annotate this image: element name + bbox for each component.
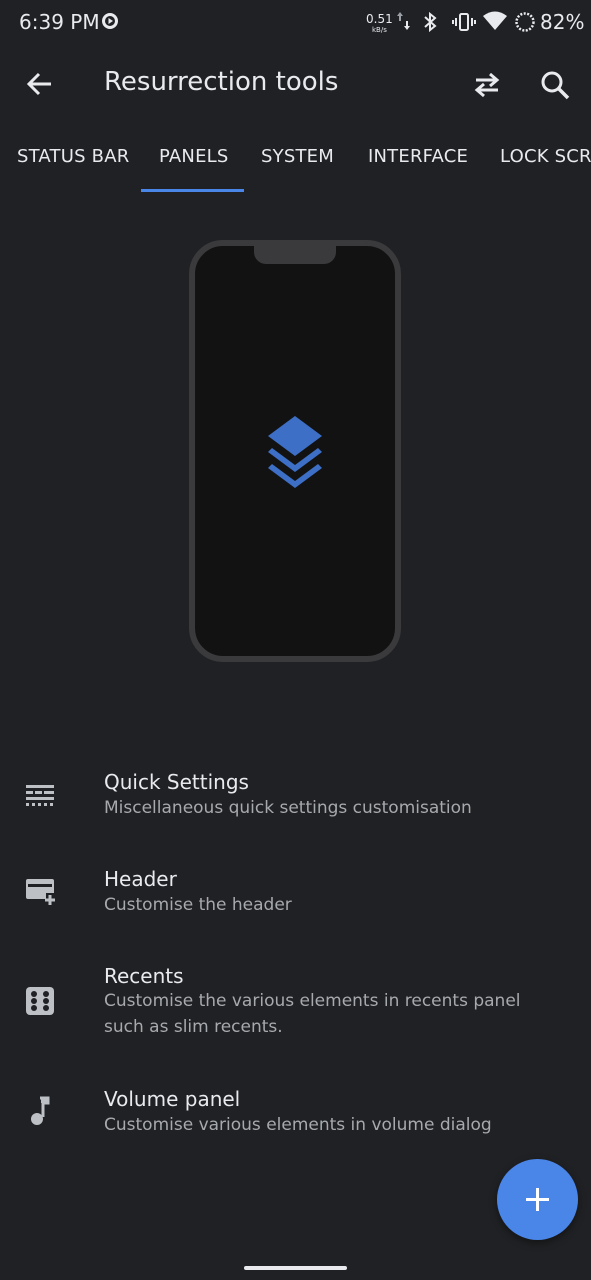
list-item-subtitle: Customise the header xyxy=(104,895,292,915)
phone-notch xyxy=(254,240,336,264)
status-time: 6:39 PM xyxy=(19,10,100,34)
add-fab-button[interactable] xyxy=(497,1159,578,1240)
music-note-icon xyxy=(31,1096,50,1125)
list-item-quick-settings[interactable]: Quick Settings Miscellaneous quick setti… xyxy=(0,768,591,848)
layers-icon xyxy=(268,416,322,488)
header-card-icon xyxy=(26,879,55,905)
tab-interface[interactable]: INTERFACE xyxy=(368,146,468,167)
list-item-title: Quick Settings xyxy=(104,770,249,794)
app-bar: Resurrection tools xyxy=(0,44,591,124)
network-speed-value: 0.51 xyxy=(366,12,393,26)
list-item-title: Volume panel xyxy=(104,1087,241,1111)
swap-arrows-icon[interactable] xyxy=(470,68,504,102)
list-item-subtitle: Miscellaneous quick settings customisati… xyxy=(104,798,472,818)
list-item-title: Recents xyxy=(104,964,184,988)
data-transfer-icon xyxy=(397,12,410,30)
status-bar: 6:39 PM 0.51 kB/s 82% xyxy=(0,0,591,44)
list-item-volume-panel[interactable]: Volume panel Customise various elements … xyxy=(0,1085,591,1165)
search-icon[interactable] xyxy=(538,68,572,102)
tab-bar: STATUS BAR PANELS SYSTEM INTERFACE LOCK … xyxy=(0,132,591,194)
page-title: Resurrection tools xyxy=(104,67,339,97)
tab-panels[interactable]: PANELS xyxy=(159,146,229,167)
battery-icon xyxy=(515,12,535,32)
list-item-recents[interactable]: Recents Customise the various elements i… xyxy=(0,962,591,1072)
tab-system[interactable]: SYSTEM xyxy=(261,146,334,167)
battery-percent: 82% xyxy=(540,10,585,34)
network-speed: 0.51 kB/s xyxy=(366,12,396,34)
list-item-header[interactable]: Header Customise the header xyxy=(0,865,591,945)
bluetooth-icon xyxy=(424,11,437,33)
network-speed-unit: kB/s xyxy=(372,26,387,34)
list-item-subtitle: Customise various elements in volume dia… xyxy=(104,1115,492,1135)
gesture-nav-handle[interactable] xyxy=(244,1266,347,1270)
wifi-icon xyxy=(483,11,507,30)
list-item-subtitle: Customise the various elements in recent… xyxy=(104,991,521,1037)
plus-icon xyxy=(526,1188,549,1211)
list-item-title: Header xyxy=(104,867,177,891)
vibrate-icon xyxy=(452,13,476,31)
recents-icon xyxy=(26,987,54,1015)
back-arrow-icon[interactable] xyxy=(24,70,56,98)
screen-record-icon xyxy=(102,13,118,29)
quick-settings-icon xyxy=(26,785,54,806)
active-tab-indicator xyxy=(141,189,244,192)
tab-status-bar[interactable]: STATUS BAR xyxy=(17,146,129,167)
tab-lock-screen[interactable]: LOCK SCREEN xyxy=(500,146,591,167)
